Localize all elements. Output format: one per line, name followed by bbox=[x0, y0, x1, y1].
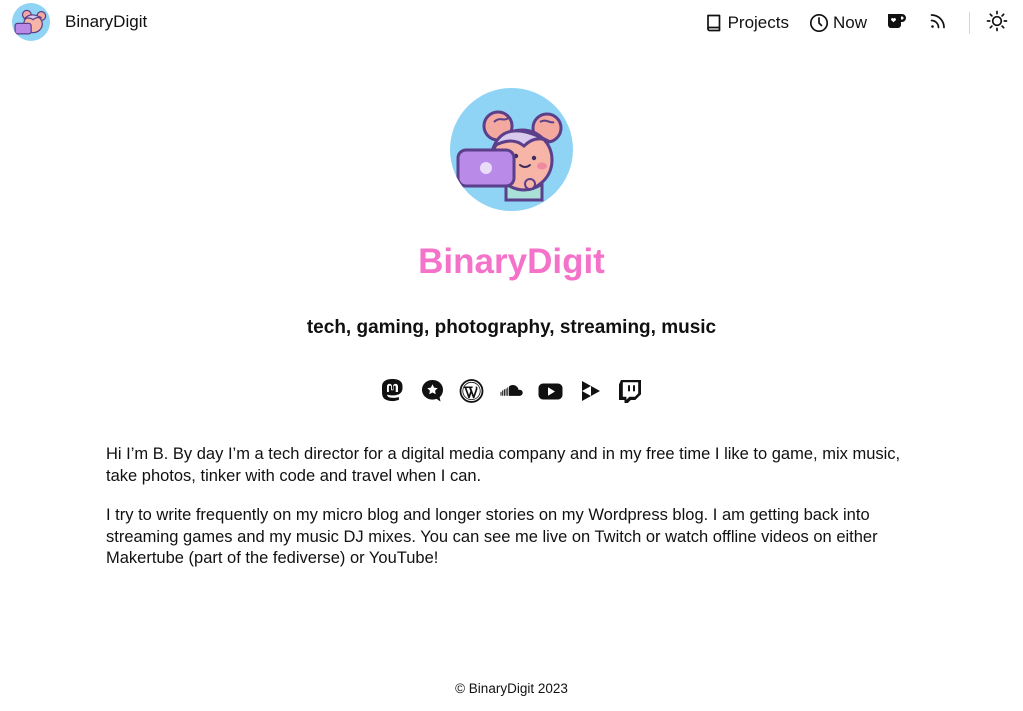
tagline: tech, gaming, photography, streaming, mu… bbox=[306, 317, 717, 338]
rss-icon bbox=[929, 12, 947, 35]
youtube-link[interactable] bbox=[538, 377, 563, 405]
peertube-icon bbox=[578, 377, 603, 405]
book-icon bbox=[704, 13, 724, 33]
mastodon-link[interactable] bbox=[380, 377, 405, 405]
soundcloud-link[interactable] bbox=[499, 377, 524, 405]
youtube-icon bbox=[538, 377, 563, 405]
micro-blog-icon bbox=[420, 377, 445, 405]
home-link[interactable]: BinaryDigit bbox=[12, 3, 147, 41]
nav-divider bbox=[969, 12, 970, 34]
kofi-cup-icon bbox=[887, 13, 907, 34]
bio-paragraph-1: Hi I’m B. By day I’m a tech director for… bbox=[106, 445, 901, 485]
bio-paragraph-2: I try to write frequently on my micro bl… bbox=[106, 506, 878, 567]
nav-now-label: Now bbox=[832, 13, 867, 32]
top-navbar: BinaryDigit Projects Now bbox=[0, 0, 1023, 46]
footer-copyright: © BinaryDigit 2023 bbox=[455, 681, 568, 696]
sun-icon bbox=[986, 10, 1008, 37]
main-nav: Projects Now bbox=[704, 0, 1023, 46]
site-name: BinaryDigit bbox=[65, 12, 148, 31]
nav-projects-link[interactable]: Projects bbox=[704, 13, 789, 33]
social-links bbox=[380, 377, 657, 405]
twitch-link[interactable] bbox=[617, 377, 642, 405]
bio: Hi I’m B. By day I’m a tech director for… bbox=[106, 444, 921, 588]
rss-link[interactable] bbox=[929, 12, 947, 35]
kofi-link[interactable] bbox=[887, 13, 907, 34]
nav-now-link[interactable]: Now bbox=[809, 13, 867, 33]
wordpress-link[interactable] bbox=[459, 377, 484, 405]
clock-icon bbox=[809, 13, 829, 33]
micro-blog-link[interactable] bbox=[420, 377, 445, 405]
twitch-icon bbox=[617, 377, 642, 405]
nav-projects-label: Projects bbox=[727, 13, 789, 32]
profile-avatar bbox=[450, 88, 573, 211]
mastodon-icon bbox=[380, 377, 405, 405]
wordpress-icon bbox=[459, 377, 484, 405]
theme-toggle-button[interactable] bbox=[986, 10, 1008, 37]
soundcloud-icon bbox=[499, 377, 524, 405]
peertube-link[interactable] bbox=[578, 377, 603, 405]
avatar-icon bbox=[12, 3, 50, 41]
page-title: BinaryDigit bbox=[418, 242, 605, 281]
